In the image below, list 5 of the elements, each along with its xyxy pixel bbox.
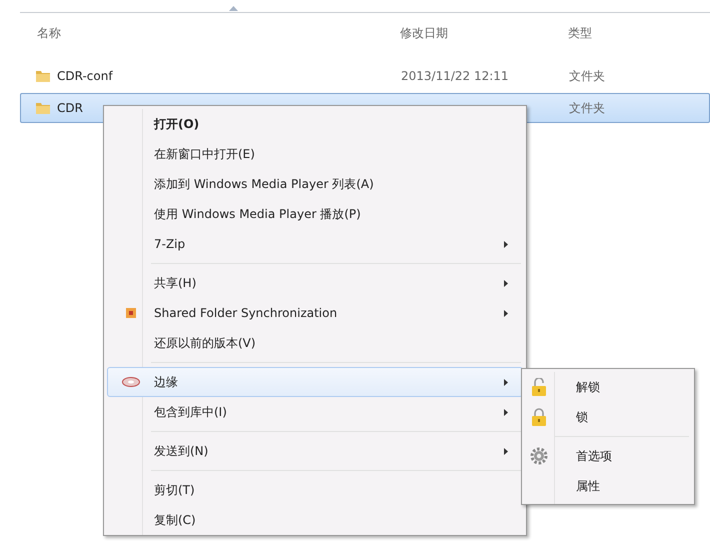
modified-date: 2013/11/22 12:11 xyxy=(401,69,509,83)
file-type: 文件夹 xyxy=(569,68,605,82)
file-type: 文件夹 xyxy=(569,100,605,114)
file-name: CDR-conf xyxy=(57,69,113,83)
file-name: CDR xyxy=(57,101,83,115)
